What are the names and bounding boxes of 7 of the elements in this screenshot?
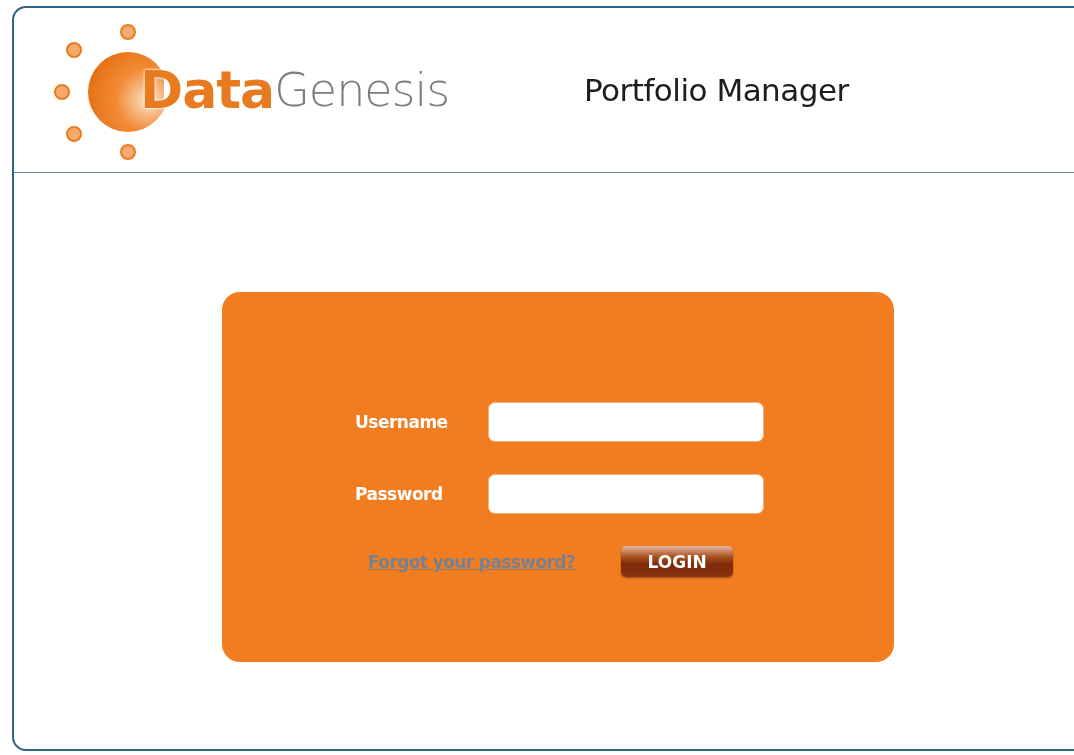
input-field[interactable]: [488, 402, 764, 442]
logo-text: Genesis: [274, 63, 450, 117]
app-title: Portfolio Manager: [584, 72, 849, 108]
input-field[interactable]: [488, 474, 764, 514]
field-label: Username: [355, 412, 449, 432]
field-label: Password: [355, 484, 444, 504]
login-button[interactable]: LOGIN: [621, 546, 734, 577]
